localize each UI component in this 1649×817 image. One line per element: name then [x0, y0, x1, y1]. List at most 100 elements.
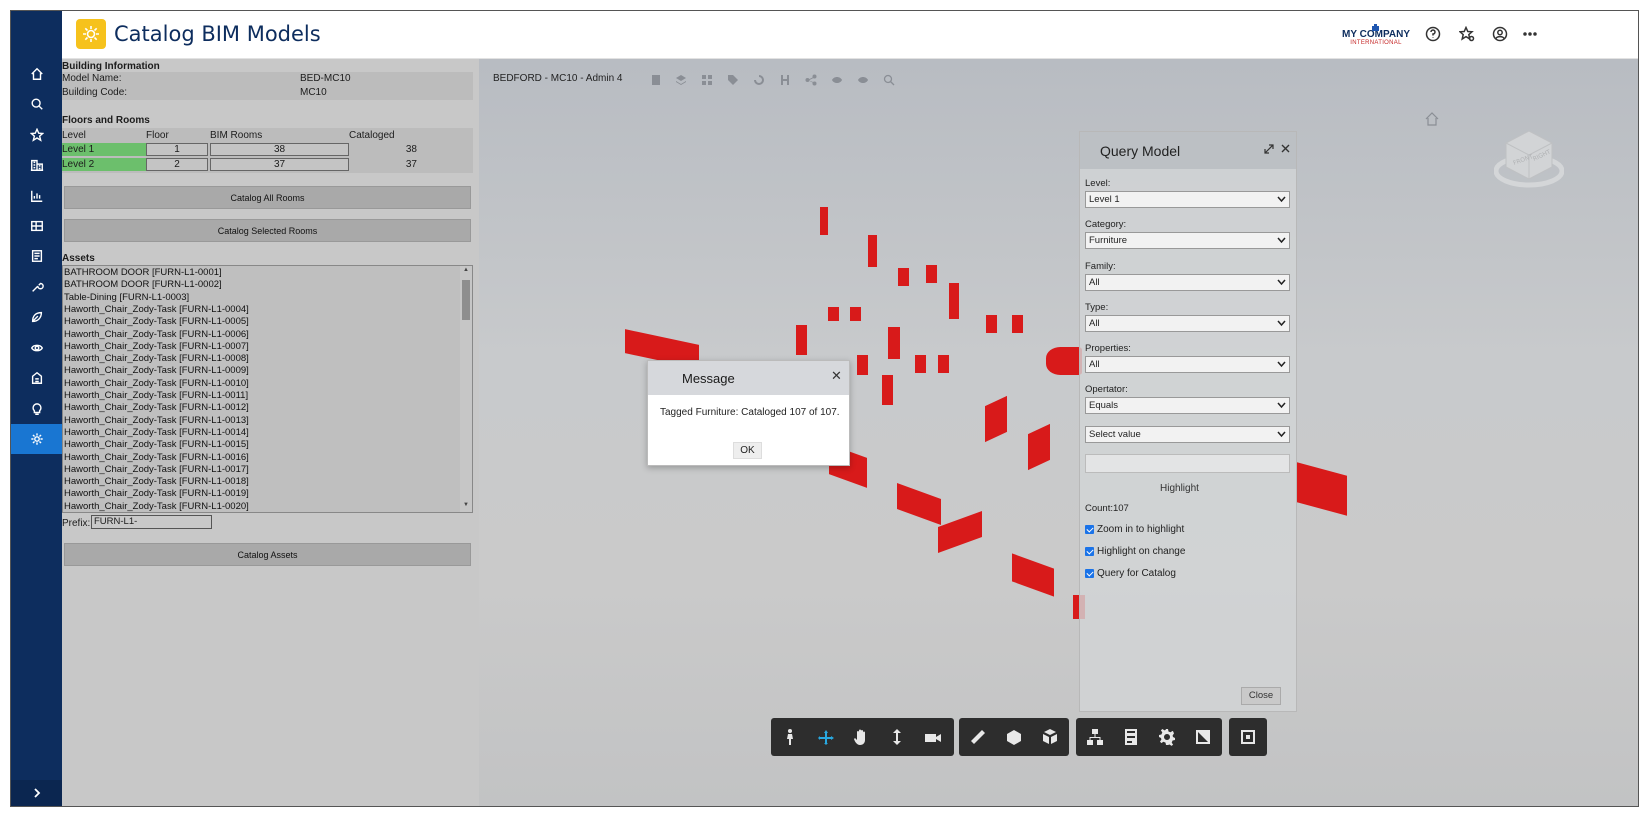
dialog-close-icon[interactable]: ✕ — [831, 368, 842, 384]
viewer-refresh-icon[interactable] — [753, 73, 765, 85]
walk-icon[interactable] — [773, 718, 807, 756]
settings-icon[interactable] — [1150, 718, 1184, 756]
catalog-selected-rooms-button[interactable]: Catalog Selected Rooms — [64, 219, 471, 242]
viewer-share-icon[interactable] — [805, 73, 817, 86]
scroll-up-icon[interactable]: ▲ — [460, 267, 472, 277]
expand-rail-chevron-icon[interactable] — [11, 780, 62, 806]
asset-list-item[interactable]: Haworth_Chair_Zody-Task [FURN-L1-0018] — [64, 476, 249, 487]
asset-list-item[interactable]: Haworth_Chair_Zody-Task [FURN-L1-0010] — [64, 378, 249, 389]
rail-leaf-icon[interactable] — [11, 302, 62, 332]
viewcube[interactable]: FRONT RIGHT — [1493, 123, 1565, 193]
category-select[interactable]: Furniture — [1085, 232, 1290, 249]
rail-move-icon[interactable] — [11, 333, 62, 363]
viewer-layers-icon[interactable] — [675, 73, 687, 85]
updown-icon[interactable] — [880, 718, 914, 756]
rail-search-icon[interactable] — [11, 89, 62, 119]
assets-scrollbar[interactable]: ▲ ▼ — [460, 266, 472, 512]
rail-document-icon[interactable] — [11, 241, 62, 271]
asset-list-item[interactable]: Haworth_Chair_Zody-Task [FURN-L1-0004] — [64, 304, 249, 315]
asset-list-item[interactable]: Haworth_Chair_Zody-Task [FURN-L1-0020] — [64, 501, 249, 512]
family-select[interactable]: All — [1085, 274, 1290, 291]
assets-list[interactable]: BATHROOM DOOR [FURN-L1-0001] BATHROOM DOO… — [62, 265, 473, 513]
camera-icon[interactable] — [916, 718, 950, 756]
viewer-path-icon[interactable] — [779, 73, 791, 85]
asset-list-item[interactable]: Haworth_Chair_Zody-Task [FURN-L1-0009] — [64, 365, 249, 376]
checkbox-checked-icon[interactable] — [1085, 525, 1094, 534]
asset-list-item[interactable]: Haworth_Chair_Zody-Task [FURN-L1-0015] — [64, 439, 249, 450]
rail-building-box-icon[interactable] — [11, 363, 62, 393]
scroll-down-icon[interactable]: ▼ — [460, 502, 472, 512]
value-select[interactable]: Select value — [1085, 426, 1290, 443]
orbit-icon[interactable] — [809, 718, 843, 756]
pan-icon[interactable] — [844, 718, 878, 756]
scroll-thumb[interactable] — [462, 280, 470, 320]
model-tree-icon[interactable] — [1078, 718, 1112, 756]
viewer-eye-off-icon[interactable] — [857, 73, 869, 85]
asset-list-item[interactable]: Haworth_Chair_Zody-Task [FURN-L1-0011] — [64, 390, 248, 401]
floors-table: Level Floor BIM Rooms Cataloged Level 1 … — [62, 128, 473, 173]
asset-list-item[interactable]: Haworth_Chair_Zody-Task [FURN-L1-0008] — [64, 353, 249, 364]
extension-icon[interactable] — [1231, 718, 1265, 756]
rail-home-icon[interactable] — [11, 59, 62, 89]
rail-star-icon[interactable] — [11, 120, 62, 150]
model-viewer[interactable]: BEDFORD - MC10 - Admin 4 FRONT RIGHT Que… — [479, 59, 1638, 806]
catalog-assets-button[interactable]: Catalog Assets — [64, 543, 471, 566]
asset-list-item[interactable]: Haworth_Chair_Zody-Task [FURN-L1-0017] — [64, 464, 249, 475]
floor-row-floor[interactable]: 1 — [146, 143, 208, 156]
asset-list-item[interactable]: Haworth_Chair_Zody-Task [FURN-L1-0007] — [64, 341, 249, 352]
more-icon[interactable] — [1521, 25, 1539, 43]
checkbox-checked-icon[interactable] — [1085, 569, 1094, 578]
properties-icon[interactable] — [1114, 718, 1148, 756]
asset-list-item[interactable]: Haworth_Chair_Zody-Task [FURN-L1-0019] — [64, 488, 249, 499]
asset-list-item[interactable]: Haworth_Chair_Zody-Task [FURN-L1-0012] — [64, 402, 249, 413]
value-input[interactable] — [1085, 454, 1290, 473]
asset-list-item[interactable]: BATHROOM DOOR [FURN-L1-0001] — [64, 267, 222, 278]
floor-row-level[interactable]: Level 1 — [62, 143, 146, 156]
rail-gear-icon[interactable] — [11, 424, 62, 454]
asset-list-item[interactable]: Haworth_Chair_Zody-Task [FURN-L1-0005] — [64, 316, 249, 327]
query-close-button[interactable]: Close — [1241, 687, 1281, 705]
viewer-tag-icon[interactable] — [727, 73, 739, 85]
expand-icon[interactable] — [1264, 144, 1274, 154]
rail-lightbulb-icon[interactable] — [11, 394, 62, 424]
help-icon[interactable] — [1424, 25, 1442, 43]
level-select[interactable]: Level 1 — [1085, 191, 1290, 208]
asset-list-item[interactable]: Haworth_Chair_Zody-Task [FURN-L1-0013] — [64, 415, 249, 426]
asset-list-item[interactable]: Haworth_Chair_Zody-Task [FURN-L1-0006] — [64, 329, 249, 340]
rail-wrench-icon[interactable] — [11, 272, 62, 302]
prefix-input[interactable]: FURN-L1- — [91, 515, 212, 529]
rail-floorplan-icon[interactable] — [11, 211, 62, 241]
type-select[interactable]: All — [1085, 315, 1290, 332]
properties-select[interactable]: All — [1085, 356, 1290, 373]
asset-list-item[interactable]: Table-Dining [FURN-L1-0003] — [64, 292, 189, 303]
highlight-on-change-checkbox[interactable]: Highlight on change — [1085, 546, 1185, 557]
asset-list-item[interactable]: Haworth_Chair_Zody-Task [FURN-L1-0016] — [64, 452, 249, 463]
favorites-icon[interactable] — [1458, 25, 1476, 43]
zoom-checkbox[interactable]: Zoom in to highlight — [1085, 524, 1184, 535]
fullscreen-icon[interactable] — [1186, 718, 1220, 756]
floor-row-floor[interactable]: 2 — [146, 158, 208, 171]
query-for-catalog-checkbox[interactable]: Query for Catalog — [1085, 568, 1176, 579]
viewer-search-icon[interactable] — [883, 73, 895, 86]
asset-list-item[interactable]: BATHROOM DOOR [FURN-L1-0002] — [64, 279, 222, 290]
rail-chart-icon[interactable] — [11, 181, 62, 211]
checkbox-checked-icon[interactable] — [1085, 547, 1094, 556]
rail-buildings-icon[interactable] — [11, 150, 62, 180]
asset-list-item[interactable]: Haworth_Chair_Zody-Task [FURN-L1-0014] — [64, 427, 249, 438]
floor-row-bim-rooms[interactable]: 37 — [210, 158, 349, 171]
operator-select[interactable]: Equals — [1085, 397, 1290, 414]
explode-icon[interactable] — [1033, 718, 1067, 756]
dialog-ok-button[interactable]: OK — [733, 442, 762, 459]
user-icon[interactable] — [1491, 25, 1509, 43]
viewer-grid-icon[interactable] — [701, 73, 713, 85]
close-icon[interactable] — [1281, 144, 1290, 153]
viewer-home-icon[interactable] — [1425, 112, 1439, 126]
section-icon[interactable] — [997, 718, 1031, 756]
highlight-button[interactable]: Highlight — [1160, 483, 1199, 494]
measure-icon[interactable] — [961, 718, 995, 756]
viewer-building-icon[interactable] — [650, 73, 662, 85]
catalog-all-rooms-button[interactable]: Catalog All Rooms — [64, 186, 471, 209]
viewer-eye-icon[interactable] — [831, 73, 843, 85]
floor-row-bim-rooms[interactable]: 38 — [210, 143, 349, 156]
floor-row-level[interactable]: Level 2 — [62, 158, 146, 171]
